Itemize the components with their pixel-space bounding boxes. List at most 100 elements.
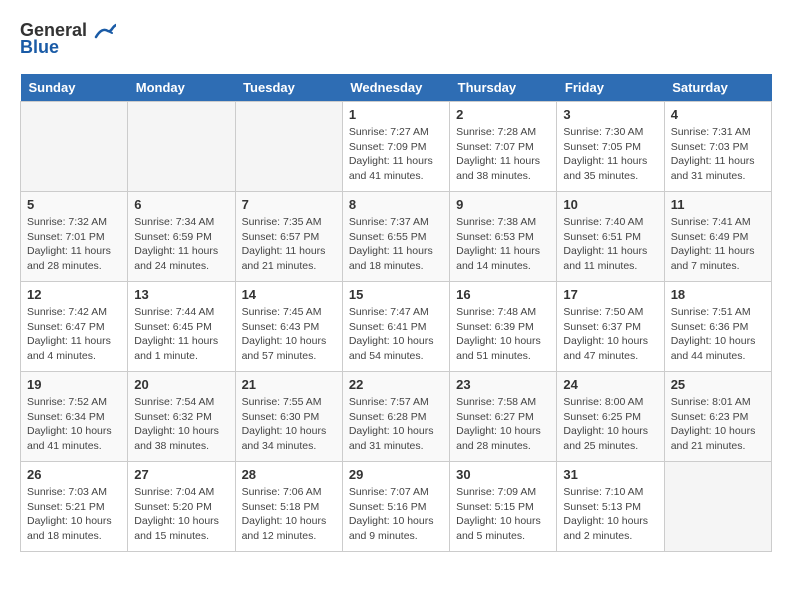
day-info: Sunrise: 7:41 AMSunset: 6:49 PMDaylight:…	[671, 215, 765, 274]
day-info: Sunrise: 7:28 AMSunset: 7:07 PMDaylight:…	[456, 125, 550, 184]
table-row: 30 Sunrise: 7:09 AMSunset: 5:15 PMDayligh…	[450, 462, 557, 552]
table-row: 27 Sunrise: 7:04 AMSunset: 5:20 PMDayligh…	[128, 462, 235, 552]
table-row: 4 Sunrise: 7:31 AMSunset: 7:03 PMDaylight…	[664, 102, 771, 192]
table-row: 9 Sunrise: 7:38 AMSunset: 6:53 PMDaylight…	[450, 192, 557, 282]
table-row: 24 Sunrise: 8:00 AMSunset: 6:25 PMDayligh…	[557, 372, 664, 462]
day-number: 31	[563, 467, 657, 482]
day-info: Sunrise: 7:03 AMSunset: 5:21 PMDaylight:…	[27, 485, 121, 544]
day-number: 5	[27, 197, 121, 212]
day-info: Sunrise: 8:01 AMSunset: 6:23 PMDaylight:…	[671, 395, 765, 454]
calendar-week-row: 1 Sunrise: 7:27 AMSunset: 7:09 PMDaylight…	[21, 102, 772, 192]
header-thursday: Thursday	[450, 74, 557, 102]
day-info: Sunrise: 7:44 AMSunset: 6:45 PMDaylight:…	[134, 305, 228, 364]
day-info: Sunrise: 7:52 AMSunset: 6:34 PMDaylight:…	[27, 395, 121, 454]
table-row: 20 Sunrise: 7:54 AMSunset: 6:32 PMDayligh…	[128, 372, 235, 462]
table-row: 8 Sunrise: 7:37 AMSunset: 6:55 PMDaylight…	[342, 192, 449, 282]
day-info: Sunrise: 7:40 AMSunset: 6:51 PMDaylight:…	[563, 215, 657, 274]
day-number: 2	[456, 107, 550, 122]
day-number: 12	[27, 287, 121, 302]
day-number: 25	[671, 377, 765, 392]
calendar-week-row: 19 Sunrise: 7:52 AMSunset: 6:34 PMDayligh…	[21, 372, 772, 462]
day-number: 10	[563, 197, 657, 212]
table-row	[235, 102, 342, 192]
table-row: 21Sunrise: 7:55 AMSunset: 6:30 PMDayligh…	[235, 372, 342, 462]
table-row: 25 Sunrise: 8:01 AMSunset: 6:23 PMDayligh…	[664, 372, 771, 462]
table-row	[664, 462, 771, 552]
day-info: Sunrise: 7:27 AMSunset: 7:09 PMDaylight:…	[349, 125, 443, 184]
header-sunday: Sunday	[21, 74, 128, 102]
day-info: Sunrise: 7:47 AMSunset: 6:41 PMDaylight:…	[349, 305, 443, 364]
day-info: Sunrise: 7:34 AMSunset: 6:59 PMDaylight:…	[134, 215, 228, 274]
table-row: 6 Sunrise: 7:34 AMSunset: 6:59 PMDaylight…	[128, 192, 235, 282]
day-info: Sunrise: 7:51 AMSunset: 6:36 PMDaylight:…	[671, 305, 765, 364]
table-row: 13 Sunrise: 7:44 AMSunset: 6:45 PMDayligh…	[128, 282, 235, 372]
table-row: 14Sunrise: 7:45 AMSunset: 6:43 PMDayligh…	[235, 282, 342, 372]
calendar-header-row: Sunday Monday Tuesday Wednesday Thursday…	[21, 74, 772, 102]
day-info: Sunrise: 7:50 AMSunset: 6:37 PMDaylight:…	[563, 305, 657, 364]
day-number: 22	[349, 377, 443, 392]
table-row: 1 Sunrise: 7:27 AMSunset: 7:09 PMDaylight…	[342, 102, 449, 192]
day-info: Sunrise: 7:42 AMSunset: 6:47 PMDaylight:…	[27, 305, 121, 364]
table-row	[128, 102, 235, 192]
calendar-week-row: 12 Sunrise: 7:42 AMSunset: 6:47 PMDayligh…	[21, 282, 772, 372]
day-number: 6	[134, 197, 228, 212]
day-number: 16	[456, 287, 550, 302]
table-row: 22 Sunrise: 7:57 AMSunset: 6:28 PMDayligh…	[342, 372, 449, 462]
table-row: 18Sunrise: 7:51 AMSunset: 6:36 PMDayligh…	[664, 282, 771, 372]
day-number: 4	[671, 107, 765, 122]
table-row: 12 Sunrise: 7:42 AMSunset: 6:47 PMDayligh…	[21, 282, 128, 372]
table-row: 17 Sunrise: 7:50 AMSunset: 6:37 PMDayligh…	[557, 282, 664, 372]
day-info: Sunrise: 7:10 AMSunset: 5:13 PMDaylight:…	[563, 485, 657, 544]
day-info: Sunrise: 7:31 AMSunset: 7:03 PMDaylight:…	[671, 125, 765, 184]
day-number: 19	[27, 377, 121, 392]
day-number: 8	[349, 197, 443, 212]
calendar-table: Sunday Monday Tuesday Wednesday Thursday…	[20, 74, 772, 552]
table-row: 28Sunrise: 7:06 AMSunset: 5:18 PMDayligh…	[235, 462, 342, 552]
table-row: 10 Sunrise: 7:40 AMSunset: 6:51 PMDayligh…	[557, 192, 664, 282]
day-number: 29	[349, 467, 443, 482]
day-info: Sunrise: 7:58 AMSunset: 6:27 PMDaylight:…	[456, 395, 550, 454]
day-number: 27	[134, 467, 228, 482]
day-info: Sunrise: 7:09 AMSunset: 5:15 PMDaylight:…	[456, 485, 550, 544]
header-friday: Friday	[557, 74, 664, 102]
day-info: Sunrise: 7:57 AMSunset: 6:28 PMDaylight:…	[349, 395, 443, 454]
table-row: 16 Sunrise: 7:48 AMSunset: 6:39 PMDayligh…	[450, 282, 557, 372]
day-info: Sunrise: 7:32 AMSunset: 7:01 PMDaylight:…	[27, 215, 121, 274]
table-row: 26 Sunrise: 7:03 AMSunset: 5:21 PMDayligh…	[21, 462, 128, 552]
day-number: 23	[456, 377, 550, 392]
table-row: 3Sunrise: 7:30 AMSunset: 7:05 PMDaylight…	[557, 102, 664, 192]
day-number: 24	[563, 377, 657, 392]
table-row: 2 Sunrise: 7:28 AMSunset: 7:07 PMDaylight…	[450, 102, 557, 192]
table-row: 11 Sunrise: 7:41 AMSunset: 6:49 PMDayligh…	[664, 192, 771, 282]
calendar-week-row: 5 Sunrise: 7:32 AMSunset: 7:01 PMDaylight…	[21, 192, 772, 282]
page-header: General Blue	[20, 20, 772, 58]
day-number: 21	[242, 377, 336, 392]
day-number: 9	[456, 197, 550, 212]
day-number: 14	[242, 287, 336, 302]
day-info: Sunrise: 8:00 AMSunset: 6:25 PMDaylight:…	[563, 395, 657, 454]
header-tuesday: Tuesday	[235, 74, 342, 102]
table-row: 29Sunrise: 7:07 AMSunset: 5:16 PMDayligh…	[342, 462, 449, 552]
logo: General Blue	[20, 20, 116, 58]
day-info: Sunrise: 7:48 AMSunset: 6:39 PMDaylight:…	[456, 305, 550, 364]
header-wednesday: Wednesday	[342, 74, 449, 102]
table-row: 19 Sunrise: 7:52 AMSunset: 6:34 PMDayligh…	[21, 372, 128, 462]
day-info: Sunrise: 7:38 AMSunset: 6:53 PMDaylight:…	[456, 215, 550, 274]
table-row	[21, 102, 128, 192]
day-number: 30	[456, 467, 550, 482]
day-info: Sunrise: 7:30 AMSunset: 7:05 PMDaylight:…	[563, 125, 657, 184]
day-number: 11	[671, 197, 765, 212]
day-info: Sunrise: 7:54 AMSunset: 6:32 PMDaylight:…	[134, 395, 228, 454]
table-row: 15Sunrise: 7:47 AMSunset: 6:41 PMDayligh…	[342, 282, 449, 372]
day-number: 17	[563, 287, 657, 302]
day-number: 20	[134, 377, 228, 392]
day-info: Sunrise: 7:37 AMSunset: 6:55 PMDaylight:…	[349, 215, 443, 274]
day-info: Sunrise: 7:04 AMSunset: 5:20 PMDaylight:…	[134, 485, 228, 544]
logo-blue-text: Blue	[20, 37, 59, 58]
day-number: 26	[27, 467, 121, 482]
day-number: 13	[134, 287, 228, 302]
day-number: 1	[349, 107, 443, 122]
day-number: 28	[242, 467, 336, 482]
day-number: 7	[242, 197, 336, 212]
header-monday: Monday	[128, 74, 235, 102]
